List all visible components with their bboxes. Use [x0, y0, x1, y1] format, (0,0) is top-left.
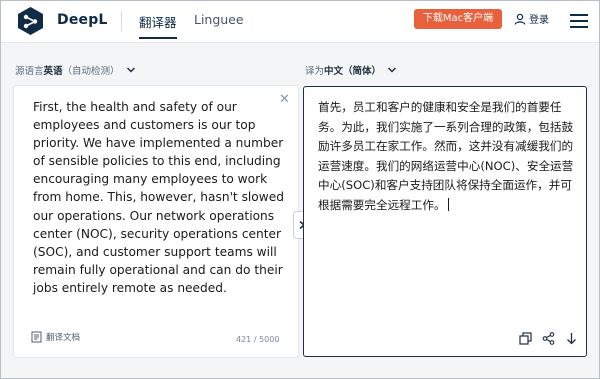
document-icon	[31, 331, 42, 343]
active-tab-indicator	[139, 37, 177, 39]
translation-text: 首先，员工和客户的健康和安全是我们的首要任务。为此，我们实施了一系列合理的政策，…	[318, 100, 574, 212]
target-lang-name: 中文（简体）	[324, 66, 382, 77]
output-toolbar	[519, 332, 578, 345]
tab-translator[interactable]: 翻译器	[139, 12, 177, 31]
top-header: DeepL 翻译器 Linguee 下载Mac客户端 登录	[1, 1, 599, 43]
user-icon	[514, 13, 526, 25]
translate-document-button[interactable]: 翻译文档	[31, 331, 80, 343]
source-text-input[interactable]: First, the health and safety of our empl…	[33, 98, 288, 297]
target-text-panel[interactable]: 首先，员工和客户的健康和安全是我们的首要任务。为此，我们实施了一系列合理的政策，…	[303, 86, 587, 357]
text-caret	[447, 197, 449, 211]
login-button[interactable]: 登录	[514, 11, 549, 26]
app-window: DeepL 翻译器 Linguee 下载Mac客户端 登录 源语言英语（自动检测…	[0, 0, 600, 379]
download-icon[interactable]	[565, 332, 578, 345]
source-lang-prefix: 源语言	[15, 66, 44, 77]
brand-name: DeepL	[57, 12, 108, 28]
hamburger-menu-icon[interactable]	[570, 14, 588, 28]
download-mac-button[interactable]: 下载Mac客户端	[414, 9, 502, 29]
target-lang-prefix: 译为	[305, 66, 325, 77]
source-lang-name: 英语	[43, 66, 63, 77]
login-label: 登录	[529, 15, 549, 26]
character-count: 421 / 5000	[236, 335, 280, 344]
chevron-down-icon	[126, 67, 135, 73]
chevron-down-icon	[388, 67, 397, 73]
tab-linguee[interactable]: Linguee	[194, 12, 244, 27]
deepl-logo-icon[interactable]	[15, 6, 46, 37]
header-divider	[121, 11, 122, 31]
close-icon[interactable]: ✕	[279, 92, 290, 107]
copy-icon[interactable]	[519, 332, 532, 345]
source-language-selector[interactable]: 源语言英语（自动检测）	[15, 63, 136, 77]
source-text-panel[interactable]: First, the health and safety of our empl…	[14, 86, 298, 357]
source-lang-suffix: （自动检测）	[62, 66, 120, 77]
target-language-selector[interactable]: 译为中文（简体）	[305, 63, 397, 77]
share-icon[interactable]	[542, 332, 555, 345]
translation-output[interactable]: 首先，员工和客户的健康和安全是我们的首要任务。为此，我们实施了一系列合理的政策，…	[318, 98, 576, 216]
translate-document-label: 翻译文档	[46, 333, 81, 343]
